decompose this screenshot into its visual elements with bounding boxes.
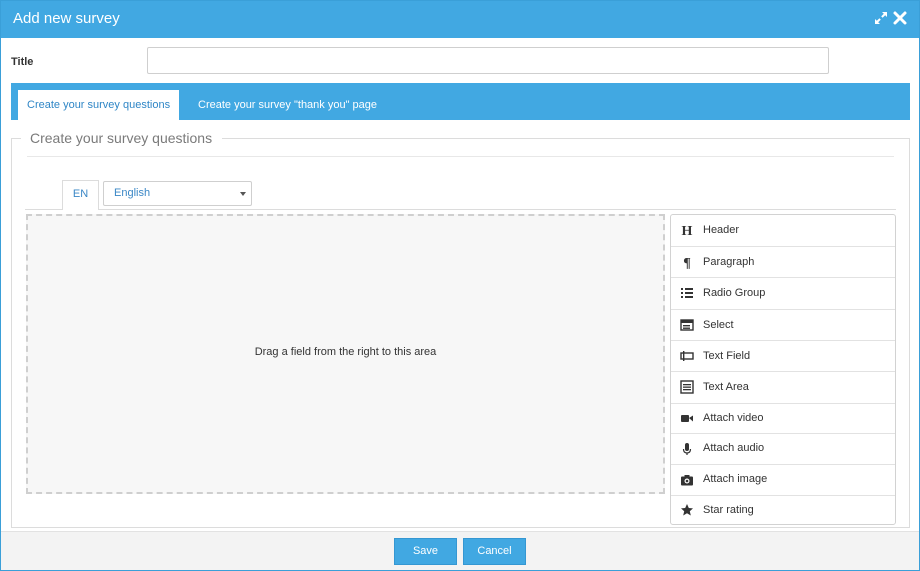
radio-group-icon [680, 286, 694, 300]
language-tab-en[interactable]: EN [62, 180, 99, 210]
language-select-value: English [114, 187, 151, 199]
camera-icon [680, 473, 694, 487]
add-survey-dialog: Add new survey Title Create your survey … [0, 0, 920, 571]
title-input[interactable] [147, 47, 829, 74]
dialog-title: Add new survey [13, 10, 120, 27]
field-item-text-area[interactable]: Text Area [671, 372, 895, 404]
select-icon [680, 318, 694, 332]
svg-text:H: H [682, 224, 693, 237]
save-button[interactable]: Save [394, 538, 457, 565]
title-label: Title [11, 56, 34, 68]
language-select[interactable]: English [103, 181, 252, 206]
field-item-radio-group[interactable]: Radio Group [671, 278, 895, 310]
paragraph-icon: ¶ [680, 255, 694, 271]
header-icon: H [680, 223, 694, 239]
text-field-icon [680, 349, 694, 363]
field-item-select[interactable]: Select [671, 310, 895, 341]
divider [27, 156, 894, 157]
tab-survey-questions[interactable]: Create your survey questions [18, 90, 180, 120]
field-item-text-field[interactable]: Text Field [671, 341, 895, 372]
expand-icon[interactable] [873, 10, 889, 26]
dropzone-message: Drag a field from the right to this area [254, 346, 437, 358]
field-item-attach-image[interactable]: Attach image [671, 465, 895, 496]
text-area-icon [680, 380, 694, 394]
title-row: Title [1, 38, 919, 82]
field-item-star-rating[interactable]: Star rating [671, 496, 895, 525]
field-palette: H Header ¶ Paragraph Radio Group Select [670, 214, 896, 525]
field-item-attach-video[interactable]: Attach video [671, 404, 895, 434]
field-item-paragraph[interactable]: ¶ Paragraph [671, 247, 895, 278]
star-icon [680, 503, 694, 517]
survey-tabs-bar: Create your survey questions Create your… [11, 83, 910, 120]
chevron-down-icon [240, 192, 246, 196]
field-item-attach-audio[interactable]: Attach audio [671, 434, 895, 465]
divider [25, 209, 896, 210]
form-builder-dropzone[interactable]: Drag a field from the right to this area [26, 214, 665, 494]
cancel-button[interactable]: Cancel [463, 538, 526, 565]
dialog-titlebar: Add new survey [1, 1, 919, 38]
video-camera-icon [680, 411, 694, 425]
svg-text:¶: ¶ [683, 256, 691, 269]
fieldset-legend: Create your survey questions [29, 130, 214, 146]
tab-thank-you-page[interactable]: Create your survey "thank you" page [189, 90, 386, 120]
microphone-icon [680, 442, 694, 456]
close-icon[interactable] [892, 10, 908, 26]
field-item-header[interactable]: H Header [671, 215, 895, 247]
dialog-footer: Save Cancel [1, 531, 919, 570]
